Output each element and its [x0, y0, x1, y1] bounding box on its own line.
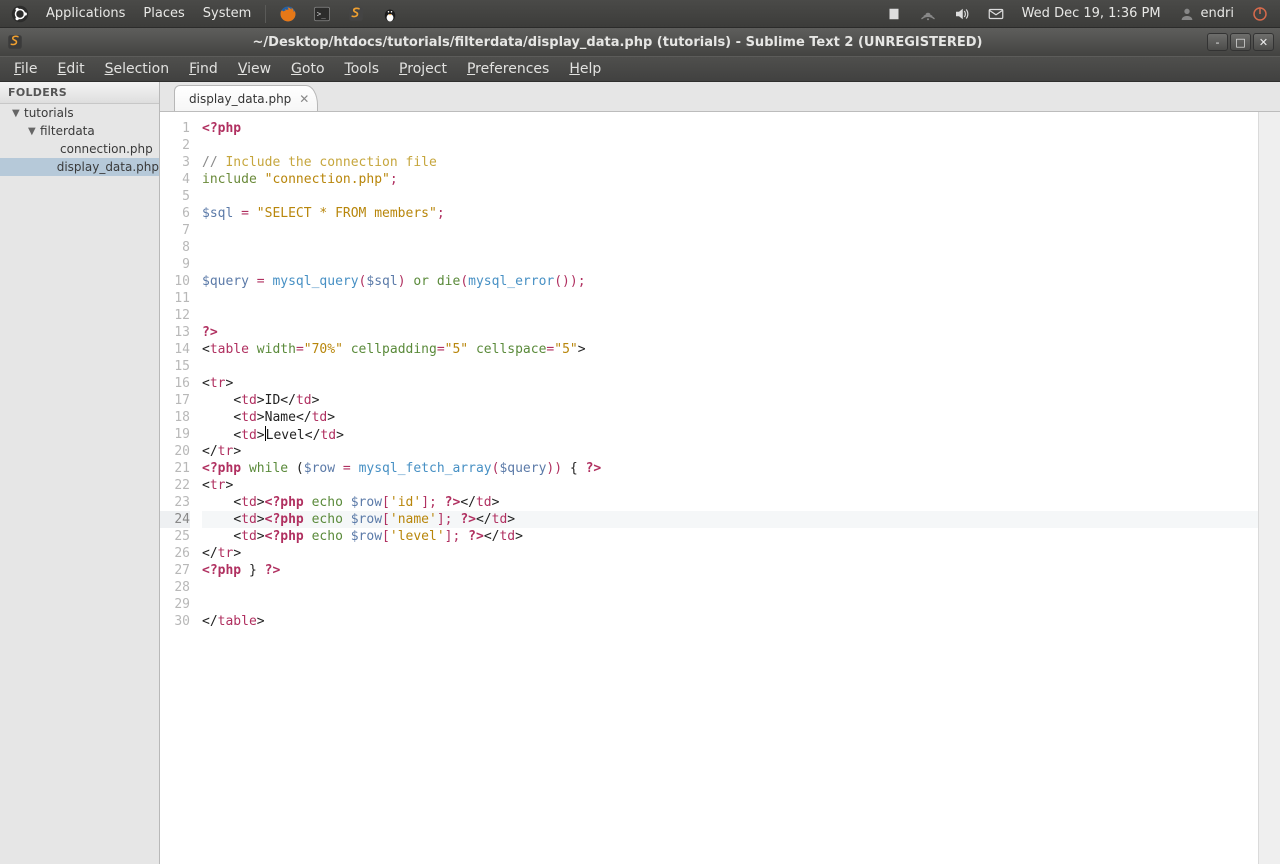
- menu-selection[interactable]: Selection: [95, 58, 180, 80]
- panel-places[interactable]: Places: [135, 0, 192, 28]
- window-minimize-button[interactable]: ‐: [1207, 33, 1228, 51]
- code-content[interactable]: <?php// Include the connection fileinclu…: [198, 112, 1258, 864]
- volume-icon[interactable]: [950, 2, 974, 26]
- terminal-icon[interactable]: >_: [310, 2, 334, 26]
- panel-user[interactable]: endri: [1171, 0, 1242, 28]
- tree-item-tutorials[interactable]: ▼tutorials: [0, 104, 159, 122]
- line-number-gutter: 1234567891011121314151617181920212223242…: [160, 112, 198, 864]
- tree-item-label: connection.php: [60, 142, 153, 156]
- window-titlebar[interactable]: ~/Desktop/htdocs/tutorials/filterdata/di…: [0, 28, 1280, 56]
- menu-find[interactable]: Find: [179, 58, 228, 80]
- menu-view[interactable]: View: [228, 58, 281, 80]
- mail-icon[interactable]: [984, 2, 1008, 26]
- system-panel: Applications Places System >_ Wed Dec 19…: [0, 0, 1280, 28]
- tree-item-label: filterdata: [40, 124, 95, 138]
- tree-item-display_data-php[interactable]: display_data.php: [0, 158, 159, 176]
- sublime-launcher-icon[interactable]: [344, 2, 368, 26]
- user-icon: [1179, 6, 1195, 22]
- menu-edit[interactable]: Edit: [47, 58, 94, 80]
- tree-arrow-icon: ▼: [12, 108, 22, 119]
- app-menubar: FileEditSelectionFindViewGotoToolsProjec…: [0, 56, 1280, 82]
- window-app-icon: [6, 33, 24, 51]
- menu-preferences[interactable]: Preferences: [457, 58, 559, 80]
- ubuntu-logo-icon[interactable]: [8, 2, 32, 26]
- tree-item-connection-php[interactable]: connection.php: [0, 140, 159, 158]
- tab-close-icon[interactable]: ✕: [299, 92, 309, 106]
- window-maximize-button[interactable]: □: [1230, 33, 1251, 51]
- power-icon[interactable]: [1248, 2, 1272, 26]
- minimap[interactable]: [1258, 112, 1280, 864]
- tree-item-filterdata[interactable]: ▼filterdata: [0, 122, 159, 140]
- panel-system[interactable]: System: [195, 0, 259, 28]
- indicator-app-icon[interactable]: [882, 2, 906, 26]
- sidebar-header: FOLDERS: [0, 82, 159, 104]
- panel-username: endri: [1201, 6, 1234, 21]
- menu-goto[interactable]: Goto: [281, 58, 334, 80]
- code-editor[interactable]: 1234567891011121314151617181920212223242…: [160, 112, 1280, 864]
- menu-file[interactable]: File: [4, 58, 47, 80]
- svg-text:>_: >_: [317, 9, 327, 18]
- sidebar: FOLDERS ▼tutorials▼filterdataconnection.…: [0, 82, 160, 864]
- window-close-button[interactable]: ✕: [1253, 33, 1274, 51]
- tree-item-label: display_data.php: [57, 160, 159, 174]
- tree-item-label: tutorials: [24, 106, 74, 120]
- panel-separator: [265, 5, 266, 23]
- firefox-icon[interactable]: [276, 2, 300, 26]
- network-icon[interactable]: [916, 2, 940, 26]
- tab-label: display_data.php: [189, 92, 291, 106]
- tree-arrow-icon: ▼: [28, 126, 38, 137]
- menu-tools[interactable]: Tools: [335, 58, 390, 80]
- panel-clock[interactable]: Wed Dec 19, 1:36 PM: [1014, 0, 1169, 28]
- sublime-window: ~/Desktop/htdocs/tutorials/filterdata/di…: [0, 28, 1280, 864]
- menu-help[interactable]: Help: [559, 58, 611, 80]
- window-title: ~/Desktop/htdocs/tutorials/filterdata/di…: [28, 35, 1207, 50]
- tab-display-data[interactable]: display_data.php ✕: [174, 85, 318, 111]
- editor-area: display_data.php ✕ 123456789101112131415…: [160, 82, 1280, 864]
- panel-applications[interactable]: Applications: [38, 0, 133, 28]
- sidebar-tree: ▼tutorials▼filterdataconnection.phpdispl…: [0, 104, 159, 176]
- menu-project[interactable]: Project: [389, 58, 457, 80]
- tab-bar: display_data.php ✕: [160, 82, 1280, 112]
- tux-icon[interactable]: [378, 2, 402, 26]
